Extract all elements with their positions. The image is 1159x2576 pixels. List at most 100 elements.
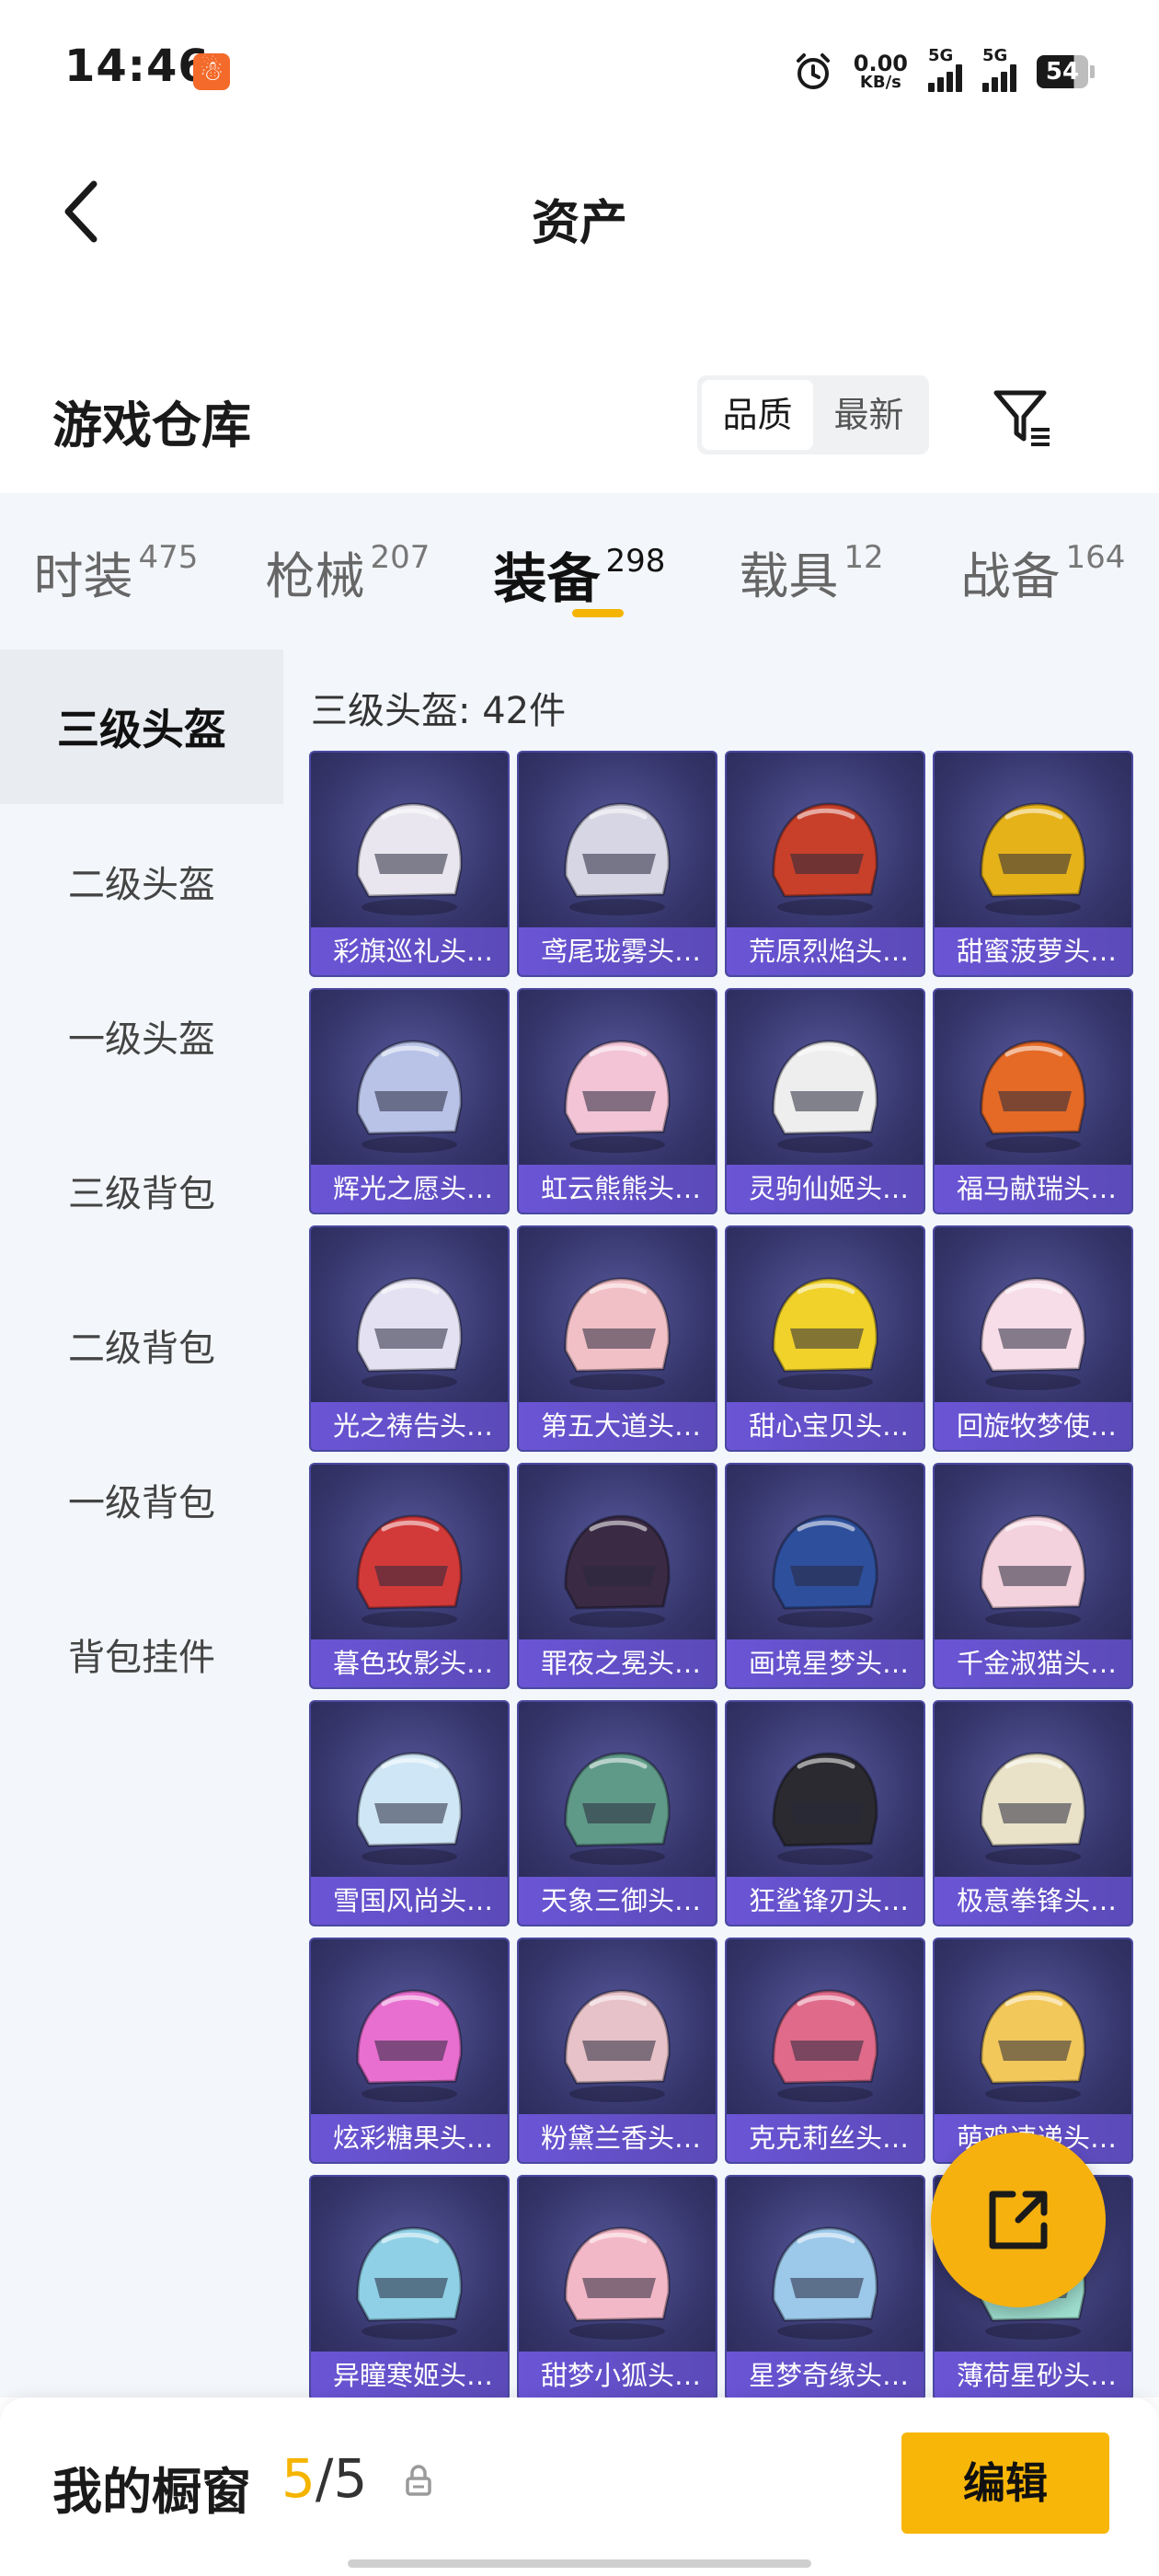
helmet-item-card[interactable]: 雪国风尚头… [309,1700,510,1926]
helmet-item-name: 灵驹仙姬头… [727,1165,924,1213]
sidebar-item-level3-helmet[interactable]: 三级头盔 [0,650,283,804]
status-time: 14:46 [64,40,210,92]
tab-vehicles[interactable]: 载具 12 [695,493,927,650]
helmet-item-card[interactable]: 天象三御头… [517,1700,717,1926]
helmet-item-card[interactable]: 炫彩糖果头… [309,1938,510,2164]
helmet-icon [356,1514,463,1627]
helmet-item-name: 暮色玫影头… [311,1639,508,1687]
sidebar-item-level2-backpack[interactable]: 二级背包 [0,1268,283,1422]
helmet-item-card[interactable]: 甜蜜菠萝头… [933,751,1133,977]
helmet-icon [564,1277,671,1390]
helmet-item-card[interactable]: 罪夜之冕头… [517,1463,717,1689]
helmet-item-name: 福马献瑞头… [935,1165,1131,1213]
active-tab-indicator [572,609,624,617]
tab-count: 207 [370,539,430,576]
sort-toggle: 品质 最新 [697,375,929,454]
helmet-item-name: 鸢尾珑雾头… [519,927,716,975]
helmet-icon [564,1752,671,1865]
helmet-item-card[interactable]: 福马献瑞头… [933,988,1133,1214]
helmet-item-name: 炫彩糖果头… [311,2114,508,2162]
helmet-item-card[interactable]: 甜梦小狐头… [517,2175,717,2398]
helmet-item-name: 天象三御头… [519,1877,716,1925]
helmet-item-card[interactable]: 第五大道头… [517,1225,717,1452]
filter-icon [993,390,1050,446]
helmet-item-card[interactable]: 萌鸡速递头… [933,1938,1133,2164]
tab-count: 475 [138,539,199,576]
helmet-item-card[interactable]: 荒原烈焰头… [725,751,925,977]
helmet-item-card[interactable]: 暮色玫影头… [309,1463,510,1689]
helmet-item-name: 粉黛兰香头… [519,2114,716,2162]
tab-fashion[interactable]: 时装 475 [0,493,232,650]
helmet-item-name: 千金淑猫头… [935,1639,1131,1687]
helmet-icon [772,1989,878,2102]
tab-label: 装备 [493,547,601,610]
helmet-icon [772,1752,878,1865]
helmet-item-card[interactable]: 彩旗巡礼头… [309,751,510,977]
subcategory-sidebar: 三级头盔 二级头盔 一级头盔 三级背包 二级背包 一级背包 背包挂件 [0,650,283,2398]
helmet-item-name: 彩旗巡礼头… [311,927,508,975]
helmet-item-name: 薄荷星砂头… [935,2352,1131,2398]
helmet-item-name: 狂鲨锋刃头… [727,1877,924,1925]
home-indicator[interactable] [348,2559,811,2568]
share-icon [989,2191,1048,2249]
sidebar-item-backpack-charm[interactable]: 背包挂件 [0,1577,283,1731]
sidebar-item-level1-backpack[interactable]: 一级背包 [0,1422,283,1577]
helmet-icon [980,802,1086,915]
tab-label: 枪械 [265,547,365,605]
helmet-icon [980,1989,1086,2102]
helmet-item-card[interactable]: 灵驹仙姬头… [725,988,925,1214]
helmet-item-card[interactable]: 千金淑猫头… [933,1463,1133,1689]
helmet-item-name: 光之祷告头… [311,1402,508,1450]
share-button[interactable] [931,2133,1106,2307]
helmet-item-card[interactable]: 星梦奇缘头… [725,2175,925,2398]
helmet-icon [356,1040,463,1153]
tab-equipment[interactable]: 装备 298 [464,493,695,650]
helmet-item-card[interactable]: 鸢尾珑雾头… [517,751,717,977]
tab-firearms[interactable]: 枪械 207 [232,493,464,650]
sidebar-item-level2-helmet[interactable]: 二级头盔 [0,804,283,959]
helmet-icon [564,802,671,915]
helmet-item-card[interactable]: 粉黛兰香头… [517,1938,717,2164]
sort-by-newest[interactable]: 最新 [813,380,924,450]
showcase-label: 我的橱窗 [52,2463,251,2521]
edit-showcase-button[interactable]: 编辑 [901,2432,1109,2534]
helmet-item-card[interactable]: 狂鲨锋刃头… [725,1700,925,1926]
helmet-item-card[interactable]: 极意拳锋头… [933,1700,1133,1926]
helmet-item-name: 罪夜之冕头… [519,1639,716,1687]
showcase-count: 5/5 [281,2447,367,2510]
helmet-icon [980,1752,1086,1865]
helmet-item-card[interactable]: 辉光之愿头… [309,988,510,1214]
helmet-item-card[interactable]: 回旋牧梦使… [933,1225,1133,1452]
battery-icon: 54 [1037,55,1095,88]
showcase-bar: 我的橱窗 5/5 编辑 [0,2398,1159,2576]
helmet-item-card[interactable]: 异瞳寒姬头… [309,2175,510,2398]
tab-label: 时装 [33,547,133,605]
sort-by-quality[interactable]: 品质 [702,380,813,450]
helmet-item-name: 克克莉丝头… [727,2114,924,2162]
signal-type-label: 5G [928,46,954,65]
network-speed-value: 0.00 [853,51,908,76]
helmet-item-card[interactable]: 克克莉丝头… [725,1938,925,2164]
helmet-item-name: 雪国风尚头… [311,1877,508,1925]
helmet-item-name: 星梦奇缘头… [727,2352,924,2398]
status-indicators: 0.00 KB/s 5G 5G 54 [793,46,1095,98]
sidebar-item-level3-backpack[interactable]: 三级背包 [0,1113,283,1268]
signal-strength-2: 5G [982,46,1016,92]
helmet-item-card[interactable]: 虹云熊熊头… [517,988,717,1214]
showcase-current: 5 [281,2447,316,2510]
helmet-item-card[interactable]: 甜心宝贝头… [725,1225,925,1452]
sidebar-item-level1-helmet[interactable]: 一级头盔 [0,959,283,1113]
lock-icon [406,2465,431,2496]
helmet-item-card[interactable]: 画境星梦头… [725,1463,925,1689]
helmet-icon [356,1277,463,1390]
status-bar: 14:46 ☃ 0.00 KB/s 5G 5G 54 [0,0,1159,138]
helmet-item-name: 第五大道头… [519,1402,716,1450]
filter-button[interactable] [986,381,1060,454]
helmet-icon [356,802,463,915]
helmet-icon [356,1989,463,2102]
tab-supplies[interactable]: 战备 164 [927,493,1159,650]
helmet-item-card[interactable]: 光之祷告头… [309,1225,510,1452]
helmet-icon [980,1277,1086,1390]
category-tabs: 时装 475 枪械 207 装备 298 载具 12 战备 164 [0,493,1159,650]
helmet-icon [356,2226,463,2340]
